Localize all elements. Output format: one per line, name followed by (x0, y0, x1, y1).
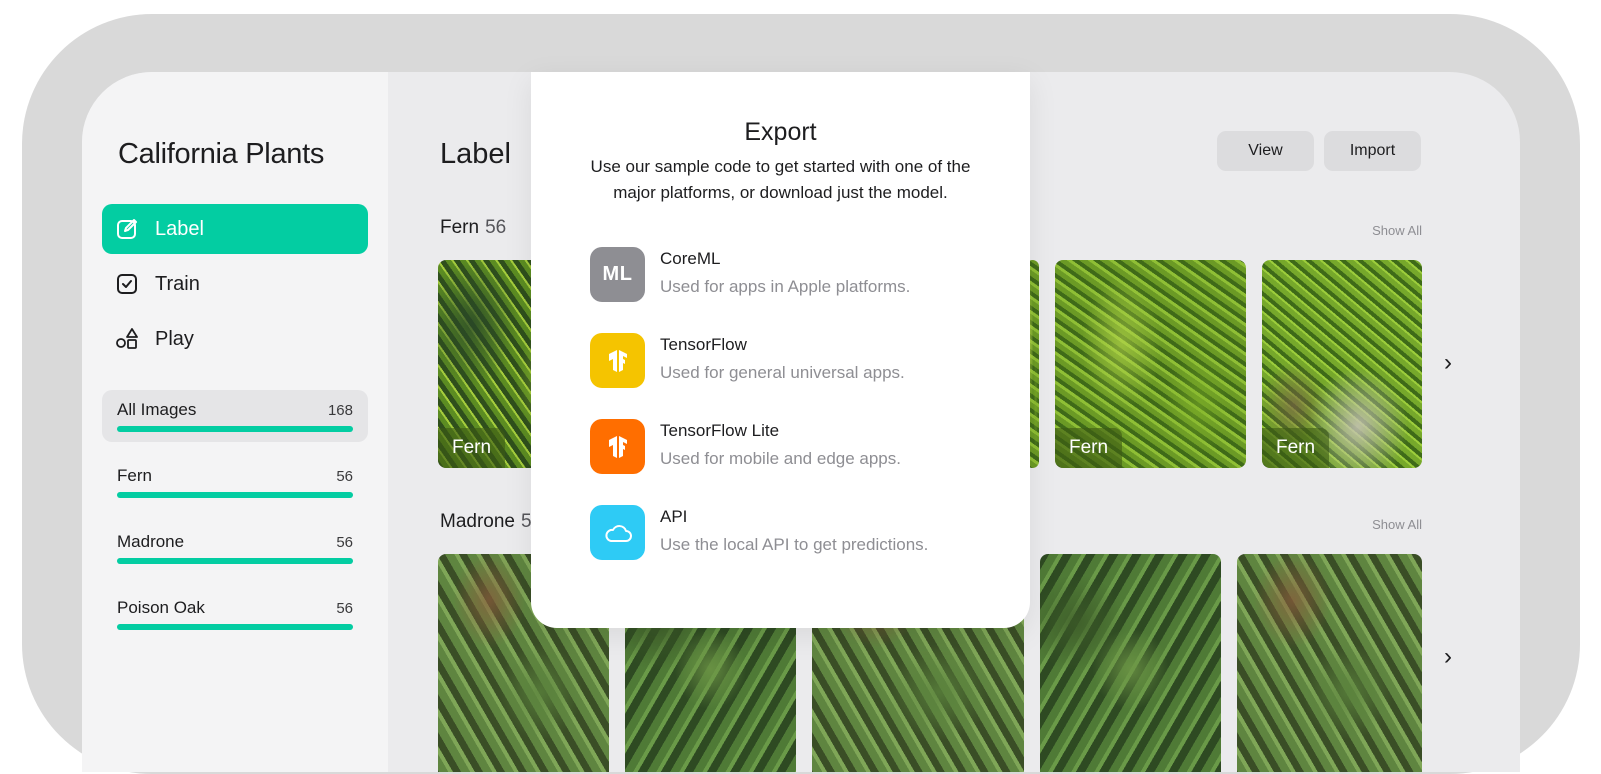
option-description: Used for general universal apps. (660, 363, 905, 382)
tensorflow-icon (590, 333, 645, 388)
show-all-madrone[interactable]: Show All (1372, 517, 1422, 532)
checkbox-icon (115, 272, 139, 296)
nav-item-play[interactable]: Play (102, 314, 368, 364)
stat-label: Fern (117, 466, 152, 485)
export-option-tensorflow[interactable]: TensorFlow Used for general universal ap… (590, 333, 990, 389)
image-tile[interactable] (1040, 554, 1221, 772)
coreml-icon-text: ML (602, 263, 633, 285)
option-name: TensorFlow Lite (660, 421, 780, 440)
stat-label: All Images (117, 400, 197, 419)
next-arrow-fern[interactable]: › (1444, 349, 1452, 377)
edit-icon (115, 217, 139, 241)
nav-label: Play (155, 327, 194, 350)
progress-bar (117, 624, 353, 630)
option-name: CoreML (660, 249, 721, 268)
nav-label: Label (155, 217, 204, 240)
option-description: Use the local API to get predictions. (660, 535, 929, 554)
stat-madrone[interactable]: Madrone 56 (102, 522, 368, 574)
progress-fill (117, 492, 353, 498)
cloud-icon (590, 505, 645, 560)
image-tile[interactable]: Fern (1262, 260, 1422, 468)
section-header-madrone: Madrone56 (440, 511, 542, 533)
stat-all-images[interactable]: All Images 168 (102, 390, 368, 442)
next-arrow-madrone[interactable]: › (1444, 643, 1452, 671)
import-button[interactable]: Import (1324, 131, 1421, 171)
progress-bar (117, 426, 353, 432)
export-option-api[interactable]: API Use the local API to get predictions… (590, 505, 990, 561)
sidebar: California Plants Label Train Play All I… (82, 72, 388, 772)
section-count: 56 (485, 217, 507, 238)
section-header-fern: Fern 56 (440, 217, 506, 239)
dialog-title: Export (744, 118, 817, 146)
stat-count: 56 (336, 534, 353, 551)
app-title: California Plants (118, 138, 325, 170)
export-option-tensorflow-lite[interactable]: TensorFlow Lite Used for mobile and edge… (590, 419, 990, 475)
tile-label: Fern (438, 428, 506, 468)
stat-count: 168 (327, 402, 353, 419)
progress-fill (117, 558, 353, 564)
option-name: TensorFlow (660, 335, 747, 354)
show-all-fern[interactable]: Show All (1372, 223, 1422, 238)
progress-bar (117, 492, 353, 498)
section-title: Madrone (440, 511, 515, 532)
view-button[interactable]: View (1217, 131, 1314, 171)
option-description: Used for mobile and edge apps. (660, 449, 901, 468)
progress-fill (117, 426, 353, 432)
nav-item-train[interactable]: Train (102, 259, 368, 309)
stat-label: Poison Oak (117, 598, 205, 617)
image-tile[interactable] (1237, 554, 1422, 772)
tensorflow-lite-icon (590, 419, 645, 474)
stat-fern[interactable]: Fern 56 (102, 456, 368, 508)
option-name: API (660, 507, 688, 526)
progress-bar (117, 558, 353, 564)
section-title: Fern (440, 217, 480, 238)
stat-poison-oak[interactable]: Poison Oak 56 (102, 588, 368, 640)
stat-label: Madrone (117, 532, 185, 551)
nav-item-label[interactable]: Label (102, 204, 368, 254)
stat-count: 56 (336, 468, 353, 485)
option-description: Used for apps in Apple platforms. (660, 277, 911, 296)
tile-label: Fern (1262, 428, 1330, 468)
progress-fill (117, 624, 353, 630)
dialog-description: Use our sample code to get started with … (590, 157, 971, 202)
image-tile[interactable]: Fern (1055, 260, 1246, 468)
export-option-coreml[interactable]: ML CoreML Used for apps in Apple platfor… (590, 247, 990, 303)
page-title: Label (440, 138, 511, 170)
shapes-icon (115, 327, 139, 351)
coreml-icon: ML (590, 247, 645, 302)
tile-label: Fern (1055, 428, 1123, 468)
stat-count: 56 (336, 600, 353, 617)
nav-label: Train (155, 272, 200, 295)
export-dialog: Export Use our sample code to get starte… (531, 72, 1030, 628)
